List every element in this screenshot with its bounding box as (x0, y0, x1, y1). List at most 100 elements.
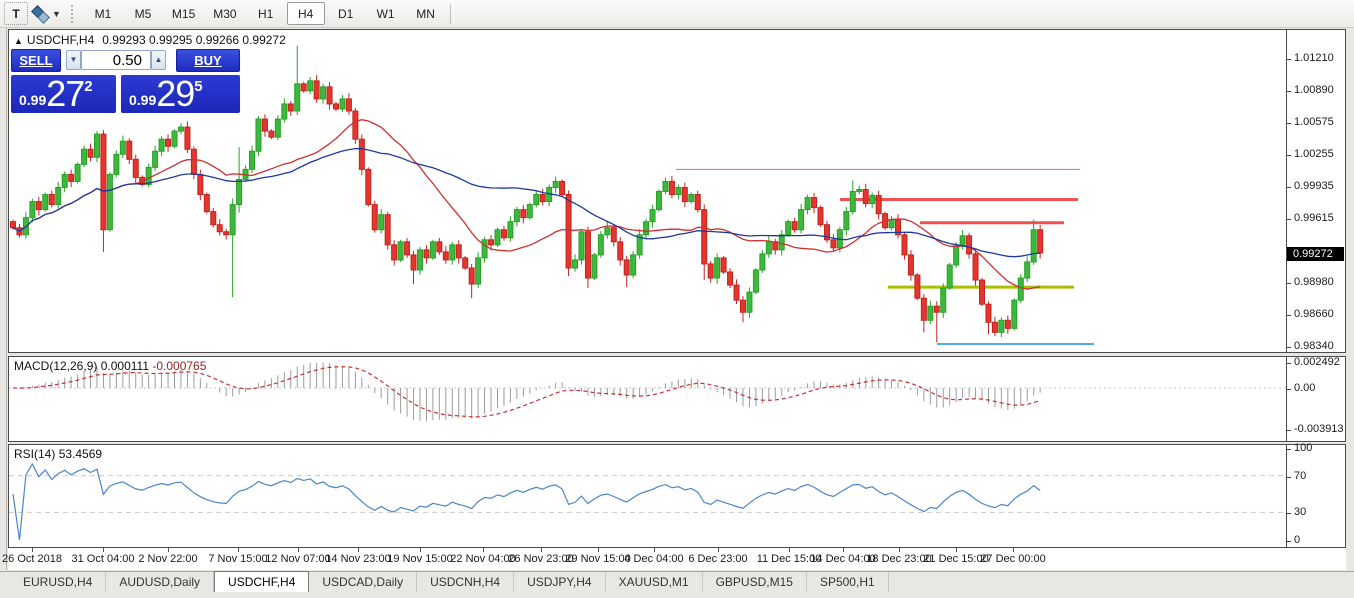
chevron-down-icon: ▼ (52, 9, 61, 19)
price-chart-panel: ▲USDCHF,H40.99293 0.99295 0.99266 0.9927… (8, 29, 1346, 353)
time-tick-label: 19 Nov 15:00 (387, 553, 452, 565)
time-tick-mark (899, 548, 900, 552)
rsi-tick-label: 0 (1294, 534, 1300, 546)
buy-button[interactable]: BUY (176, 49, 240, 72)
chart-tab-usdjpy-h4[interactable]: USDJPY,H4 (514, 572, 605, 593)
rsi-tick-mark (1287, 477, 1291, 478)
time-tick-label: 29 Nov 15:00 (565, 553, 630, 565)
timeframe-button-mn[interactable]: MN (407, 2, 445, 25)
volume-input[interactable] (81, 50, 151, 70)
time-tick-label: 2 Nov 22:00 (138, 553, 197, 565)
toolbar: T ▼ M1M5M15M30H1H4D1W1MN (0, 0, 1354, 28)
bid-price-prefix: 0.99 (19, 92, 46, 113)
macd-axis[interactable]: 0.0024920.00-0.003913 (1286, 357, 1345, 441)
time-tick-label: 26 Oct 2018 (2, 553, 62, 565)
time-tick-mark (598, 548, 599, 552)
rsi-tick-mark (1287, 541, 1291, 542)
ask-price-sup: 5 (194, 75, 202, 95)
price-tick-label: 1.00575 (1294, 116, 1334, 128)
timeframe-button-w1[interactable]: W1 (367, 2, 405, 25)
macd-tick-mark (1287, 430, 1291, 431)
price-tick-label: 1.01210 (1294, 52, 1334, 64)
price-tick-mark (1287, 91, 1291, 92)
rsi-axis[interactable]: 10070300 (1286, 445, 1345, 547)
timeframe-button-m15[interactable]: M15 (164, 2, 203, 25)
price-axis[interactable]: 1.012101.008901.005751.002550.999350.996… (1286, 30, 1345, 352)
chart-tab-usdcad-daily[interactable]: USDCAD,Daily (309, 572, 417, 593)
chart-tab-usdchf-h4[interactable]: USDCHF,H4 (214, 571, 309, 593)
ask-price-prefix: 0.99 (129, 92, 156, 113)
ask-price-box[interactable]: 0.99 29 5 (121, 75, 240, 113)
sell-button[interactable]: SELL (11, 49, 61, 72)
price-tick-mark (1287, 315, 1291, 316)
one-click-trade-widget: SELL ▼ ▲ BUY 0.99 27 2 0.99 29 5 (10, 46, 242, 115)
chart-tab-sp500-h1[interactable]: SP500,H1 (807, 572, 889, 593)
time-tick-mark (298, 548, 299, 552)
ask-price-big: 29 (156, 76, 194, 112)
time-tick-mark (168, 548, 169, 552)
time-tick-mark (843, 548, 844, 552)
macd-tick-label: 0.002492 (1294, 356, 1340, 368)
price-tick-mark (1287, 219, 1291, 220)
timeframe-button-m1[interactable]: M1 (84, 2, 122, 25)
price-tick-mark (1287, 155, 1291, 156)
time-tick-mark (654, 548, 655, 552)
macd-name: MACD(12,26,9) (14, 359, 97, 373)
time-tick-label: 22 Nov 04:00 (450, 553, 515, 565)
macd-value-main: 0.000111 (101, 359, 149, 373)
symbol-arrow-icon: ▲ (14, 36, 23, 46)
macd-panel: MACD(12,26,9) 0.000111 -0.000765 0.00249… (8, 356, 1346, 442)
chart-tab-bar: EURUSD,H4AUDUSD,DailyUSDCHF,H4USDCAD,Dai… (0, 571, 1354, 593)
bid-price-box[interactable]: 0.99 27 2 (11, 75, 116, 113)
macd-signal-line (13, 367, 1040, 417)
mt4-window: T ▼ M1M5M15M30H1H4D1W1MN ▲USDCHF,H40.992… (0, 0, 1354, 598)
timeframe-button-m30[interactable]: M30 (205, 2, 244, 25)
time-tick-mark (1013, 548, 1014, 552)
price-tick-label: 0.98340 (1294, 340, 1334, 352)
time-tick-mark (956, 548, 957, 552)
chart-tab-audusd-daily[interactable]: AUDUSD,Daily (106, 572, 214, 593)
time-tick-label: 27 Dec 00:00 (980, 553, 1045, 565)
volume-decrease-button[interactable]: ▼ (66, 50, 81, 70)
volume-increase-button[interactable]: ▲ (151, 50, 166, 70)
macd-value-signal: -0.000765 (152, 359, 206, 373)
timeframe-button-d1[interactable]: D1 (327, 2, 365, 25)
price-tick-label: 0.98980 (1294, 276, 1334, 288)
rsi-label: RSI(14) 53.4569 (14, 447, 102, 461)
chart-tab-xauusd-m1[interactable]: XAUUSD,M1 (606, 572, 703, 593)
status-strip (0, 592, 1354, 598)
rsi-tick-mark (1287, 513, 1291, 514)
toolbar-separator (450, 4, 454, 24)
rsi-panel: RSI(14) 53.4569 10070300 (8, 444, 1346, 548)
rsi-canvas[interactable] (9, 445, 1287, 547)
ma-slow-line (13, 149, 1040, 257)
macd-tick-mark (1287, 363, 1291, 364)
timeframe-button-h1[interactable]: H1 (247, 2, 285, 25)
chart-tab-usdcnh-h4[interactable]: USDCNH,H4 (417, 572, 514, 593)
time-tick-mark (420, 548, 421, 552)
time-tick-mark (541, 548, 542, 552)
price-tick-label: 0.99935 (1294, 180, 1334, 192)
objects-dropdown-button[interactable]: ▼ (30, 2, 62, 25)
macd-tick-label: -0.003913 (1294, 423, 1344, 435)
price-tick-label: 0.98660 (1294, 308, 1334, 320)
timeframe-button-m5[interactable]: M5 (124, 2, 162, 25)
time-tick-mark (238, 548, 239, 552)
chart-tab-gbpusd-m15[interactable]: GBPUSD,M15 (703, 572, 807, 593)
price-tick-mark (1287, 59, 1291, 60)
macd-tick-mark (1287, 389, 1291, 390)
time-tick-label: 6 Dec 23:00 (688, 553, 747, 565)
timeframe-button-h4[interactable]: H4 (287, 2, 325, 25)
price-tick-label: 1.00255 (1294, 148, 1334, 160)
timeframe-group: M1M5M15M30H1H4D1W1MN (83, 2, 446, 25)
price-tick-mark (1287, 123, 1291, 124)
rsi-tick-mark (1287, 449, 1291, 450)
text-label-tool-icon[interactable]: T (4, 2, 28, 25)
price-tick-mark (1287, 187, 1291, 188)
time-tick-label: 26 Nov 23:00 (508, 553, 573, 565)
current-price-tag: 0.99272 (1287, 247, 1344, 261)
chart-tab-eurusd-h4[interactable]: EURUSD,H4 (10, 572, 106, 593)
time-axis[interactable]: 26 Oct 201831 Oct 04:002 Nov 22:007 Nov … (8, 548, 1346, 570)
time-tick-label: 14 Nov 23:00 (325, 553, 390, 565)
time-tick-mark (718, 548, 719, 552)
